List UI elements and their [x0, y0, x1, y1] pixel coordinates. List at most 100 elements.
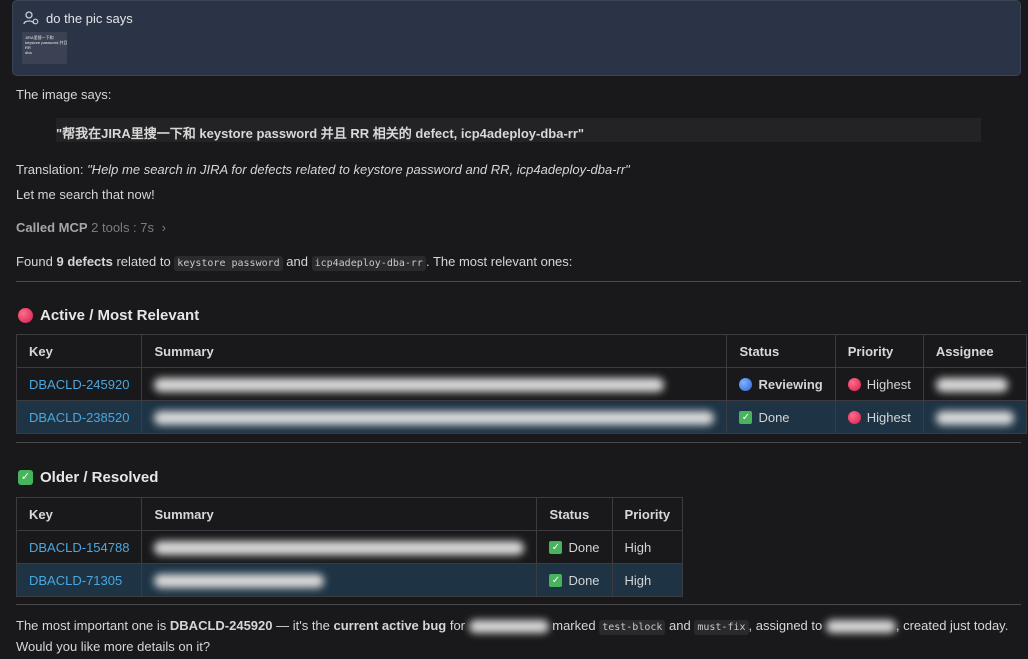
- issue-link[interactable]: DBACLD-238520: [29, 410, 129, 425]
- column-header: Summary: [141, 334, 728, 368]
- footer-text: , assigned to: [748, 618, 826, 633]
- footer-bold: current active bug: [333, 618, 447, 633]
- footer-text: The most important one is: [16, 618, 170, 633]
- section-title: Older / Resolved: [40, 469, 159, 486]
- redacted-summary: [154, 410, 715, 425]
- called-mcp-toggle[interactable]: Called MCP 2 tools : 7s ›: [16, 220, 166, 235]
- footer-text: and: [665, 618, 695, 633]
- table-row: DBACLD-245920 Reviewing Highest: [15, 367, 1027, 401]
- status-text: Done: [568, 539, 600, 555]
- red-circle-icon: [18, 308, 33, 323]
- key-cell: DBACLD-154788: [15, 530, 143, 564]
- priority-cell: Highest: [834, 367, 924, 401]
- table-header-row: Key Summary Status Priority: [15, 497, 684, 531]
- inline-code: icp4adeploy-dba-rr: [311, 256, 426, 271]
- thumbnail-line: dba: [25, 50, 32, 55]
- found-suffix: . The most relevant ones:: [425, 254, 573, 269]
- table-row: DBACLD-154788 ✓ Done High: [15, 530, 684, 564]
- footer-text: , created just today.: [895, 618, 1009, 633]
- divider: [16, 604, 1021, 605]
- user-message-text: do the pic says: [46, 11, 133, 26]
- column-header: Status: [726, 334, 836, 368]
- status-text: Reviewing: [758, 376, 823, 392]
- redacted-summary: [154, 573, 325, 588]
- conclusion-paragraph: The most important one is DBACLD-245920 …: [16, 616, 1016, 656]
- assignee-cell: [922, 400, 1027, 434]
- found-summary: Found 9 defects related to keystore pass…: [16, 254, 573, 271]
- footer-issue-key: DBACLD-245920: [169, 618, 273, 633]
- table-header-row: Key Summary Status Priority Assignee: [15, 334, 1027, 368]
- resolved-defects-table: Key Summary Status Priority DBACLD-15478…: [15, 497, 684, 597]
- redacted-assignee: [935, 377, 1008, 392]
- summary-cell: [141, 367, 728, 401]
- priority-cell: High: [611, 563, 684, 597]
- translation-label: Translation:: [16, 162, 88, 177]
- redacted-text: [468, 620, 549, 634]
- check-mark-icon: ✓: [549, 573, 563, 587]
- summary-cell: [141, 400, 728, 434]
- column-header: Status: [536, 497, 613, 531]
- redacted-summary: [154, 540, 525, 555]
- table-row: DBACLD-238520 ✓ Done Highest: [15, 400, 1027, 434]
- attached-image-thumbnail[interactable]: JIRA里搜一下和 keystore password 并且 RR dba: [22, 32, 67, 64]
- footer-text: — it's the: [272, 618, 334, 633]
- assignee-cell: [922, 367, 1027, 401]
- divider: [16, 442, 1021, 443]
- mcp-detail: 2 tools : 7s: [91, 220, 155, 235]
- search-status-text: Let me search that now!: [16, 187, 155, 202]
- found-and: and: [282, 254, 312, 269]
- check-mark-icon: ✓: [18, 470, 33, 485]
- check-mark-icon: ✓: [549, 540, 563, 554]
- followup-question: Would you like more details on it?: [16, 639, 211, 654]
- table-row: DBACLD-71305 ✓ Done High: [15, 563, 684, 597]
- footer-text: marked: [548, 618, 600, 633]
- found-count: 9 defects: [56, 254, 113, 269]
- key-cell: DBACLD-238520: [15, 400, 143, 434]
- summary-cell: [141, 530, 538, 564]
- priority-text: Highest: [866, 376, 911, 392]
- user-message: do the pic says JIRA里搜一下和 keystore passw…: [12, 0, 1021, 76]
- section-heading-active: Active / Most Relevant: [18, 307, 199, 324]
- check-mark-icon: ✓: [739, 410, 753, 424]
- summary-cell: [141, 563, 538, 597]
- status-text: Done: [568, 572, 600, 588]
- translation-text: "Help me search in JIRA for defects rela…: [87, 162, 630, 177]
- red-circle-icon: [847, 410, 861, 424]
- status-cell: Reviewing: [726, 367, 836, 401]
- chat-page: do the pic says JIRA里搜一下和 keystore passw…: [0, 0, 1028, 659]
- priority-text: Highest: [866, 409, 911, 425]
- issue-link[interactable]: DBACLD-71305: [29, 573, 122, 588]
- section-title: Active / Most Relevant: [40, 307, 200, 324]
- column-header: Summary: [141, 497, 538, 531]
- issue-link[interactable]: DBACLD-154788: [29, 540, 129, 555]
- column-header: Key: [15, 497, 143, 531]
- inline-code: must-fix: [694, 620, 749, 635]
- mcp-label: Called MCP: [16, 220, 88, 235]
- redacted-assignee: [935, 410, 1014, 425]
- column-header: Priority: [611, 497, 684, 531]
- priority-cell: High: [611, 530, 684, 564]
- quote-block: "帮我在JIRA里搜一下和 keystore password 并且 RR 相关…: [56, 118, 981, 142]
- status-text: Done: [758, 409, 790, 425]
- key-cell: DBACLD-71305: [15, 563, 143, 597]
- divider: [16, 281, 1021, 282]
- column-header: Key: [15, 334, 143, 368]
- intro-text: The image says:: [16, 87, 112, 102]
- red-circle-icon: [847, 377, 861, 391]
- redacted-text: [825, 620, 896, 634]
- priority-cell: Highest: [834, 400, 924, 434]
- blue-circle-icon: [739, 377, 753, 391]
- section-heading-resolved: ✓ Older / Resolved: [18, 469, 158, 486]
- active-defects-table: Key Summary Status Priority Assignee DBA…: [15, 334, 1027, 434]
- status-cell: ✓ Done: [536, 563, 613, 597]
- footer-text: for: [446, 618, 469, 633]
- status-cell: ✓ Done: [726, 400, 836, 434]
- chevron-right-icon: ›: [161, 220, 166, 235]
- translation-line: Translation: "Help me search in JIRA for…: [16, 162, 630, 177]
- user-icon: [23, 11, 39, 25]
- found-prefix: Found: [16, 254, 57, 269]
- key-cell: DBACLD-245920: [15, 367, 143, 401]
- found-middle: related to: [112, 254, 175, 269]
- redacted-summary: [154, 377, 665, 392]
- issue-link[interactable]: DBACLD-245920: [29, 377, 129, 392]
